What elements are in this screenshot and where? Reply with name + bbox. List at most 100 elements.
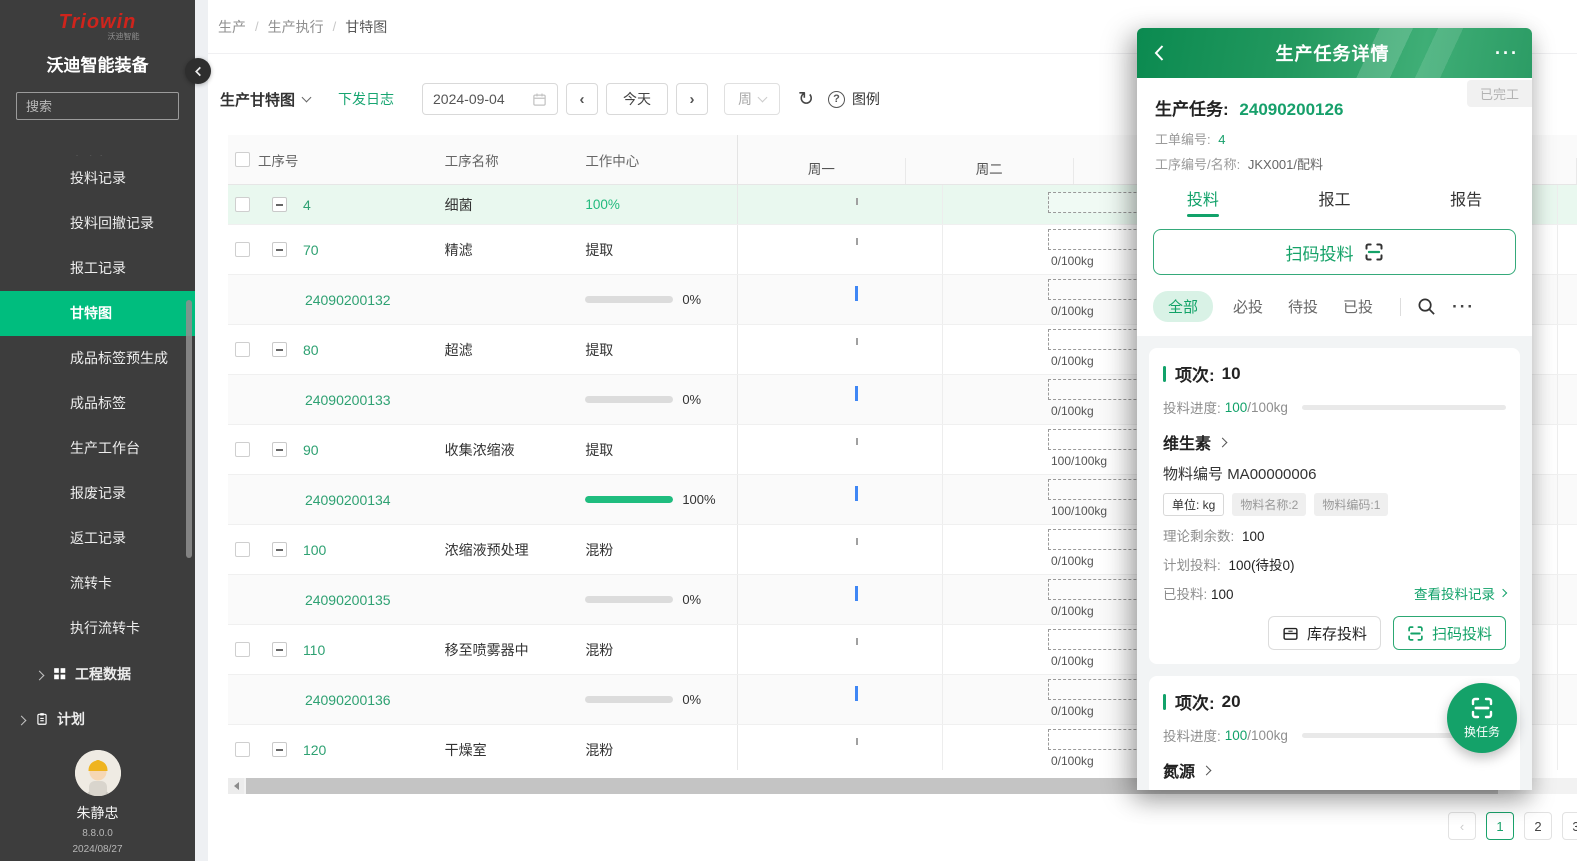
task-number-link[interactable]: 24090200133	[305, 392, 391, 408]
task-number-link[interactable]: 24090200136	[305, 692, 391, 708]
gantt-quantity-label: 0/100kg	[1051, 604, 1094, 618]
collapse-row-icon[interactable]	[272, 742, 287, 757]
search-input[interactable]	[26, 99, 202, 114]
breadcrumb-item[interactable]: 生产执行	[268, 17, 324, 37]
more-filters-icon[interactable]: ···	[1452, 297, 1475, 317]
operation-number-link[interactable]: 4	[303, 197, 311, 213]
chevron-right-icon	[1499, 589, 1507, 597]
collapse-row-icon[interactable]	[272, 197, 287, 212]
work-center: 混粉	[585, 740, 613, 760]
collapse-row-icon[interactable]	[272, 242, 287, 257]
row-checkbox[interactable]	[235, 542, 250, 557]
scan-feed-small-button[interactable]: 扫码投料	[1393, 616, 1506, 650]
next-period-button[interactable]: ›	[676, 83, 708, 115]
operation-number-link[interactable]: 80	[303, 342, 319, 358]
row-checkbox[interactable]	[235, 442, 250, 457]
panel-title: 生产任务详情	[1183, 40, 1482, 66]
avatar[interactable]	[75, 750, 121, 796]
sidebar-scrollbar[interactable]	[186, 300, 192, 558]
filter-required[interactable]: 必投	[1233, 296, 1263, 317]
material-name-link[interactable]: 氮源	[1163, 758, 1506, 782]
sidebar-item-5[interactable]: 成品标签预生成	[0, 336, 195, 381]
collapse-row-icon[interactable]	[272, 342, 287, 357]
task-progress-bar	[585, 596, 673, 603]
refresh-icon[interactable]: ↻	[798, 90, 814, 109]
task-number-link[interactable]: 24090200132	[305, 292, 391, 308]
sidebar-collapse-button[interactable]	[185, 58, 211, 84]
logo-subtext: 沃迪智能	[0, 33, 195, 41]
pagination-page-2[interactable]: 2	[1524, 812, 1552, 840]
row-checkbox[interactable]	[235, 197, 250, 212]
help-icon[interactable]: ?	[828, 91, 845, 108]
task-number[interactable]: 24090200126	[1239, 100, 1343, 119]
pagination-prev-button[interactable]: ‹	[1448, 812, 1476, 840]
search-icon[interactable]	[1417, 297, 1436, 316]
prev-period-button[interactable]: ‹	[566, 83, 598, 115]
time-scale-value: 周	[738, 89, 752, 109]
row-checkbox[interactable]	[235, 742, 250, 757]
row-checkbox[interactable]	[235, 642, 250, 657]
collapse-row-icon[interactable]	[272, 642, 287, 657]
sidebar-group-engineering-data[interactable]: 工程数据	[0, 651, 195, 696]
task-number-link[interactable]: 24090200134	[305, 492, 391, 508]
select-all-checkbox[interactable]	[235, 152, 250, 167]
operation-number-link[interactable]: 100	[303, 542, 326, 558]
tab-报工[interactable]: 报工	[1269, 186, 1401, 217]
gantt-quantity-label: 100/100kg	[1051, 454, 1107, 468]
sidebar-item-7[interactable]: 生产工作台	[0, 426, 195, 471]
pagination-page-1[interactable]: 1	[1486, 812, 1514, 840]
pagination-page-3[interactable]: 3	[1562, 812, 1577, 840]
time-scale-select[interactable]: 周	[724, 83, 780, 115]
operation-number-link[interactable]: 90	[303, 442, 319, 458]
sidebar-search[interactable]	[16, 92, 179, 120]
sidebar-item-6[interactable]: 成品标签	[0, 381, 195, 426]
filter-pending[interactable]: 待投	[1288, 296, 1318, 317]
sidebar-group-plan[interactable]: 计划	[0, 696, 195, 741]
operation-number-link[interactable]: 120	[303, 742, 326, 758]
row-checkbox[interactable]	[235, 342, 250, 357]
grid-icon	[53, 667, 67, 681]
operation-number-link[interactable]: 70	[303, 242, 319, 258]
task-number-link[interactable]: 24090200135	[305, 592, 391, 608]
legend-toggle[interactable]: 图例	[852, 89, 880, 109]
material-name-link[interactable]: 维生素	[1163, 430, 1506, 454]
unit-tag: 单位: kg	[1163, 493, 1224, 516]
sidebar-item-10[interactable]: 流转卡	[0, 561, 195, 606]
row-checkbox[interactable]	[235, 242, 250, 257]
more-options-icon[interactable]: ···	[1482, 43, 1532, 64]
today-button[interactable]: 今天	[606, 83, 668, 115]
sidebar-item-8[interactable]: 报废记录	[0, 471, 195, 516]
date-picker[interactable]: 2024-09-04	[422, 83, 558, 115]
sidebar-item-2[interactable]: 投料回撤记录	[0, 201, 195, 246]
view-feed-records-link[interactable]: 查看投料记录	[1414, 583, 1506, 603]
item-title: 项次: 10	[1163, 361, 1506, 386]
sidebar-item-11[interactable]: 执行流转卡	[0, 606, 195, 651]
filter-all[interactable]: 全部	[1153, 291, 1213, 322]
switch-task-button[interactable]: 换任务	[1447, 683, 1517, 753]
tab-报告[interactable]: 报告	[1400, 186, 1532, 217]
breadcrumb-item[interactable]: 生产	[218, 17, 246, 37]
tab-投料[interactable]: 投料	[1137, 186, 1269, 217]
collapse-row-icon[interactable]	[272, 542, 287, 557]
material-name-tag: 物料名称:2	[1232, 493, 1306, 516]
dispatch-log-link[interactable]: 下发日志	[338, 89, 394, 109]
material-card: 项次: 10 投料进度: 100 /100kg 维生素 物料编号 MA00000…	[1149, 348, 1520, 664]
sidebar-item-4[interactable]: 甘特图	[0, 291, 195, 336]
scan-feed-button[interactable]: 扫码投料	[1153, 229, 1516, 275]
collapse-row-icon[interactable]	[272, 442, 287, 457]
gantt-day-header-1: 周二	[906, 158, 1074, 184]
scroll-left-button[interactable]	[228, 778, 244, 794]
sidebar-item-3[interactable]: 报工记录	[0, 246, 195, 291]
filter-fed[interactable]: 已投	[1343, 296, 1373, 317]
progress-total: /100kg	[1247, 728, 1288, 743]
card-actions: 库存投料 扫码投料	[1163, 616, 1506, 650]
plan-label: 计划投料:	[1163, 558, 1221, 573]
operation-number-link[interactable]: 110	[303, 642, 325, 658]
sidebar-item-0[interactable]: 生产报工	[0, 126, 195, 156]
sidebar-item-1[interactable]: 投料记录	[0, 156, 195, 201]
fed-group: 已投料: 100	[1163, 583, 1234, 603]
back-button[interactable]	[1137, 28, 1183, 78]
view-select-dropdown[interactable]: 生产甘特图	[220, 89, 310, 110]
sidebar-item-9[interactable]: 返工记录	[0, 516, 195, 561]
stock-feed-button[interactable]: 库存投料	[1268, 616, 1381, 650]
